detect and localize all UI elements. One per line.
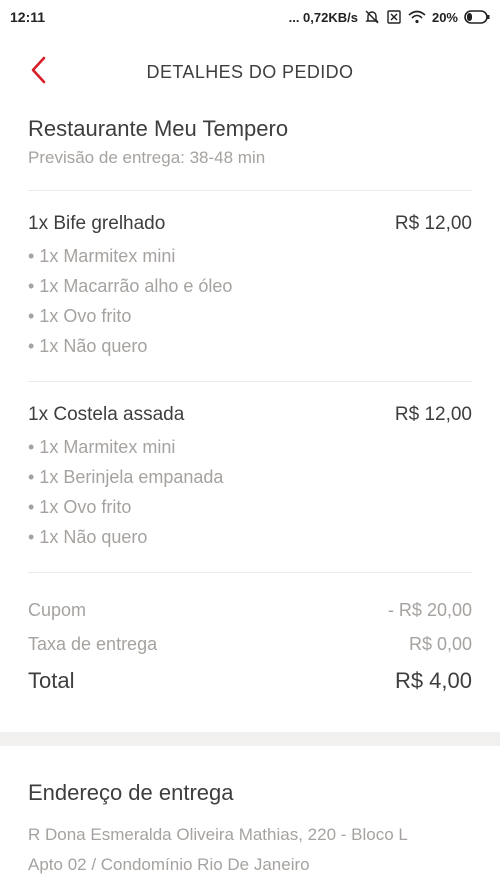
order-item: 1x Costela assada R$ 12,00 • 1x Marmitex… bbox=[28, 382, 472, 572]
coupon-value: - R$ 20,00 bbox=[387, 600, 472, 620]
delivery-fee-label: Taxa de entrega bbox=[28, 634, 158, 654]
item-option: • 1x Não quero bbox=[28, 527, 148, 547]
status-time: 12:11 bbox=[10, 9, 46, 25]
back-button[interactable] bbox=[22, 56, 54, 88]
order-totals: Cupom - R$ 20,00 Taxa de entrega R$ 0,00… bbox=[28, 573, 472, 699]
status-bar: 12:11 ... 0,72KB/s 20% bbox=[0, 0, 500, 34]
total-value: R$ 4,00 bbox=[394, 668, 472, 693]
item-options: • 1x Marmitex mini • 1x Berinjela empana… bbox=[28, 432, 472, 552]
item-price: R$ 12,00 bbox=[394, 213, 472, 234]
section-separator bbox=[0, 732, 500, 746]
item-options: • 1x Marmitex mini • 1x Macarrão alho e … bbox=[28, 241, 472, 361]
address-title: Endereço de entrega bbox=[28, 780, 234, 805]
total-row: Total R$ 4,00 bbox=[28, 663, 472, 699]
delivery-fee-row: Taxa de entrega R$ 0,00 bbox=[28, 627, 472, 661]
delivery-address: Endereço de entrega R Dona Esmeralda Oli… bbox=[28, 780, 500, 880]
page-title: DETALHES DO PEDIDO bbox=[146, 61, 354, 82]
item-option: • 1x Marmitex mini bbox=[28, 246, 176, 266]
item-option: • 1x Ovo frito bbox=[28, 306, 132, 326]
item-option: • 1x Berinjela empanada bbox=[28, 467, 224, 487]
wifi-icon bbox=[408, 10, 426, 24]
coupon-label: Cupom bbox=[28, 600, 87, 620]
item-option: • 1x Macarrão alho e óleo bbox=[28, 276, 233, 296]
item-title: 1x Costela assada bbox=[28, 404, 185, 425]
item-option: • 1x Ovo frito bbox=[28, 497, 132, 517]
address-line: R Dona Esmeralda Oliveira Mathias, 220 -… bbox=[28, 825, 408, 844]
status-icons: ... 0,72KB/s 20% bbox=[289, 9, 490, 25]
app-header: DETALHES DO PEDIDO bbox=[0, 34, 500, 110]
mute-icon bbox=[364, 9, 380, 25]
order-details: Restaurante Meu Tempero Previsão de entr… bbox=[0, 110, 500, 699]
item-title: 1x Bife grelhado bbox=[28, 213, 166, 234]
item-price: R$ 12,00 bbox=[394, 404, 472, 425]
delivery-eta: Previsão de entrega: 38-48 min bbox=[28, 148, 266, 167]
item-option: • 1x Não quero bbox=[28, 336, 148, 356]
chevron-left-icon bbox=[29, 56, 47, 89]
total-label: Total bbox=[28, 668, 75, 693]
order-item: 1x Bife grelhado R$ 12,00 • 1x Marmitex … bbox=[28, 191, 472, 381]
item-option: • 1x Marmitex mini bbox=[28, 437, 176, 457]
restaurant-name: Restaurante Meu Tempero bbox=[28, 116, 289, 141]
restaurant-info: Restaurante Meu Tempero Previsão de entr… bbox=[28, 110, 472, 168]
sim-icon bbox=[386, 9, 402, 25]
coupon-row: Cupom - R$ 20,00 bbox=[28, 593, 472, 627]
address-line: Apto 02 / Condomínio Rio De Janeiro bbox=[28, 855, 310, 874]
delivery-fee-value: R$ 0,00 bbox=[408, 634, 472, 654]
battery-percent: 20% bbox=[431, 9, 458, 25]
battery-icon bbox=[464, 10, 490, 24]
network-speed: ... 0,72KB/s bbox=[288, 9, 358, 25]
